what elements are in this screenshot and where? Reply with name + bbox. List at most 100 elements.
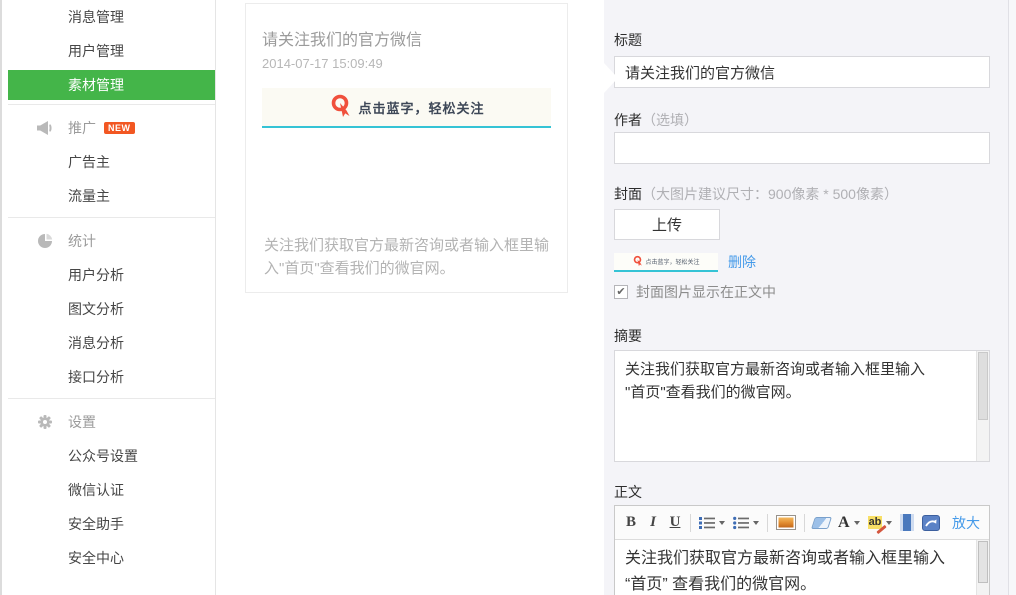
cover-in-body-row: ✔ 封面图片显示在正文中: [614, 282, 990, 302]
pie-chart-icon: [36, 232, 54, 250]
sidebar-header-label: 设置: [68, 412, 96, 432]
sidebar-item-label: 图文分析: [68, 299, 124, 319]
ordered-list-icon: [699, 516, 715, 530]
toolbar-separator: [690, 514, 691, 532]
sidebar-item-label: 安全助手: [68, 514, 124, 534]
highlight-icon-text: ab: [869, 516, 882, 528]
cover-size-hint: （大图片建议尺寸：900像素 * 500像素）: [642, 186, 898, 202]
summary-field-wrap: 关注我们获取官方最新咨询或者输入框里输入 "首页"查看我们的微官网。: [614, 350, 990, 462]
sidebar-item-user-manage[interactable]: 用户管理: [8, 34, 215, 68]
toolbar-separator: [767, 514, 768, 532]
author-label-text: 作者: [614, 112, 642, 128]
sidebar-section-promotion: 推广 NEW 广告主 流量主: [8, 105, 215, 213]
sidebar-header-statistics[interactable]: 统计: [8, 224, 215, 258]
cover-label: 封面（大图片建议尺寸：900像素 * 500像素）: [614, 184, 990, 202]
banner-slogan: 点击蓝字，轻松关注: [358, 98, 484, 117]
ordered-list-button[interactable]: [699, 516, 725, 530]
summary-label: 摘要: [614, 326, 990, 344]
author-label: 作者（选填）: [614, 110, 990, 128]
article-edit-panel: 标题 作者（选填） 封面（大图片建议尺寸：900像素 * 500像素） 上传 点…: [604, 0, 1016, 595]
author-optional-hint: （选填）: [642, 112, 698, 128]
summary-label-text: 摘要: [614, 328, 642, 344]
summary-textarea[interactable]: 关注我们获取官方最新咨询或者输入框里输入 "首页"查看我们的微官网。: [614, 350, 990, 462]
article-preview-card[interactable]: 请关注我们的官方微信 2014-07-17 15:09:49 点击蓝字，轻松关注…: [245, 3, 568, 293]
sidebar-item-label: 流量主: [68, 186, 110, 206]
sidebar-item-user-analysis[interactable]: 用户分析: [8, 258, 215, 292]
title-input[interactable]: [614, 56, 990, 88]
italic-button[interactable]: I: [646, 514, 660, 531]
sidebar-item-wechat-verification[interactable]: 微信认证: [8, 473, 215, 507]
article-banner-image: 点击蓝字，轻松关注: [262, 88, 551, 128]
clear-format-eraser-button[interactable]: [811, 517, 832, 529]
sidebar-item-label: 素材管理: [68, 75, 124, 95]
sidebar-item-label: 用户分析: [68, 265, 124, 285]
article-summary-text: 关注我们获取官方最新咨询或者输入框里输入"首页"查看我们的微官网。: [264, 234, 551, 281]
new-badge: NEW: [104, 122, 135, 134]
sidebar-item-label: 消息管理: [68, 7, 124, 27]
sidebar-item-security-center[interactable]: 安全中心: [8, 541, 215, 575]
title-label: 标题: [614, 30, 990, 48]
chevron-down-icon: [854, 521, 860, 525]
editor-text-line: “首页” 查看我们的微官网。: [625, 572, 965, 595]
sidebar-section-settings: 设置 公众号设置 微信认证 安全助手 安全中心: [8, 399, 215, 575]
bold-button[interactable]: B: [624, 514, 638, 531]
sidebar-item-label: 安全中心: [68, 548, 124, 568]
gear-icon: [36, 413, 54, 431]
chevron-down-icon: [753, 521, 759, 525]
sidebar-header-settings[interactable]: 设置: [8, 405, 215, 439]
sidebar-item-interface-analysis[interactable]: 接口分析: [8, 360, 215, 394]
chevron-down-icon: [719, 521, 725, 525]
editor-scrollbar[interactable]: [976, 540, 989, 595]
sidebar-item-message-analysis[interactable]: 消息分析: [8, 326, 215, 360]
sidebar-item-label: 广告主: [68, 152, 110, 172]
preview-button[interactable]: [922, 515, 940, 531]
selected-card-arrow: [604, 63, 618, 93]
sidebar-item-message-manage[interactable]: 消息管理: [8, 0, 215, 34]
toolbar-separator: [804, 514, 805, 532]
summary-scrollbar-thumb[interactable]: [978, 352, 988, 420]
underline-button[interactable]: U: [668, 514, 682, 531]
sidebar-header-promotion[interactable]: 推广 NEW: [8, 111, 215, 145]
insert-video-button[interactable]: [900, 514, 914, 531]
upload-button[interactable]: 上传: [614, 209, 720, 240]
editor-text[interactable]: 关注我们获取官方最新咨询或者输入框里输入 “首页” 查看我们的微官网。: [615, 540, 989, 595]
sidebar-item-label: 微信认证: [68, 480, 124, 500]
body-label-text: 正文: [614, 484, 642, 500]
cover-thumbnail[interactable]: 点击蓝字，轻松关注: [614, 253, 718, 272]
editor-scrollbar-thumb[interactable]: [978, 541, 988, 583]
cover-in-body-checkbox[interactable]: ✔: [614, 285, 628, 299]
font-color-button[interactable]: A: [838, 514, 860, 532]
sidebar-item-security-assistant[interactable]: 安全助手: [8, 507, 215, 541]
title-label-text: 标题: [614, 32, 642, 48]
bullet-list-icon: [733, 516, 749, 530]
summary-scrollbar[interactable]: [976, 351, 989, 461]
editor-text-line: 关注我们获取官方最新咨询或者输入框里输入: [625, 546, 965, 572]
panel-right-strip: [1009, 0, 1016, 595]
megaphone-icon: [36, 119, 54, 137]
sidebar-item-article-analysis[interactable]: 图文分析: [8, 292, 215, 326]
material-manage-page: 消息管理 用户管理 素材管理 推广 NEW 广告主 流量主: [0, 0, 1016, 595]
highlight-button[interactable]: ab: [868, 516, 893, 529]
insert-image-button[interactable]: [776, 515, 796, 530]
sidebar-header-label: 统计: [68, 231, 96, 251]
click-hand-icon-small: [632, 255, 643, 268]
sidebar-item-material-manage[interactable]: 素材管理: [8, 70, 215, 100]
editor-content-area[interactable]: 关注我们获取官方最新咨询或者输入框里输入 “首页” 查看我们的微官网。: [615, 540, 989, 595]
cover-in-body-label: 封面图片显示在正文中: [636, 282, 776, 302]
delete-cover-link[interactable]: 删除: [728, 252, 756, 272]
editor-toolbar: B I U: [615, 506, 989, 540]
sidebar-item-traffic-owner[interactable]: 流量主: [8, 179, 215, 213]
sidebar: 消息管理 用户管理 素材管理 推广 NEW 广告主 流量主: [8, 0, 216, 595]
editor-zoom-link[interactable]: 放大: [952, 513, 980, 533]
chevron-down-icon: [886, 521, 892, 525]
window-left-edge: [0, 0, 2, 595]
author-input[interactable]: [614, 132, 990, 164]
sidebar-item-label: 用户管理: [68, 41, 124, 61]
sidebar-item-advertiser[interactable]: 广告主: [8, 145, 215, 179]
sidebar-header-label: 推广: [68, 118, 96, 138]
cover-thumbnail-row: 点击蓝字，轻松关注 删除: [614, 252, 990, 272]
sidebar-item-label: 接口分析: [68, 367, 124, 387]
sidebar-item-account-settings[interactable]: 公众号设置: [8, 439, 215, 473]
bullet-list-button[interactable]: [733, 516, 759, 530]
article-timestamp: 2014-07-17 15:09:49: [262, 56, 551, 71]
